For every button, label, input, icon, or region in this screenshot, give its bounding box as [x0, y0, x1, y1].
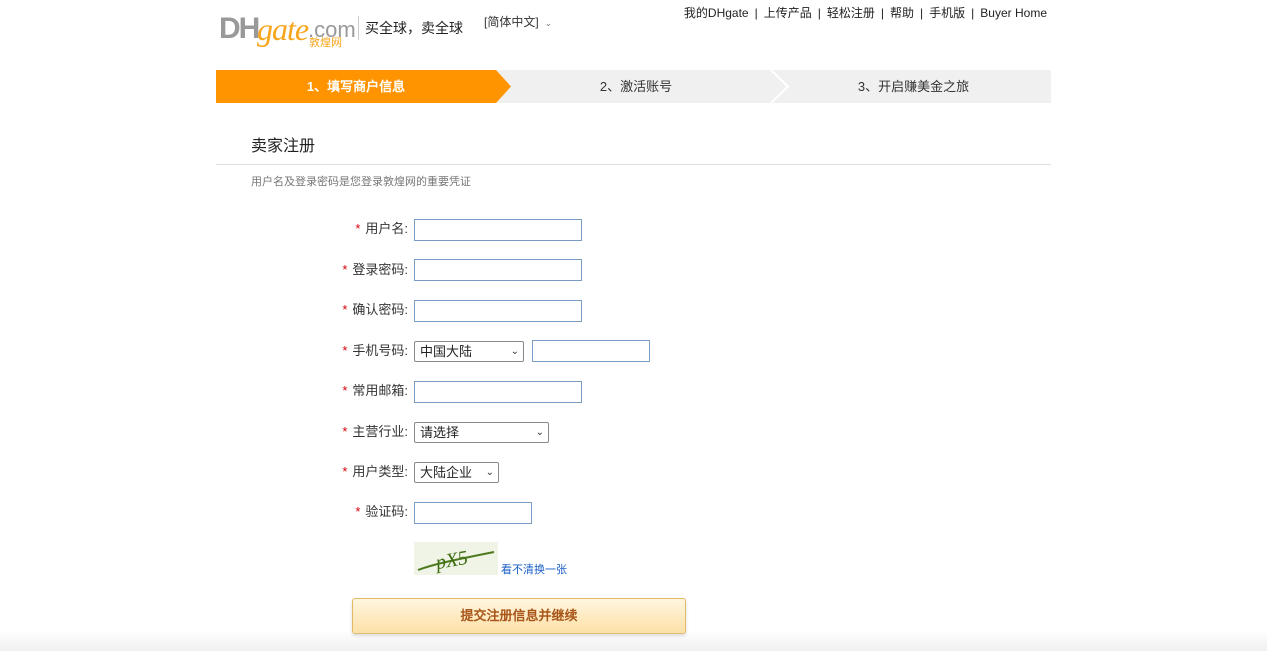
- industry-label: * 主营行业:: [288, 423, 408, 441]
- chevron-down-icon: ⌄: [510, 346, 519, 357]
- industry-select[interactable]: 请选择 ⌄: [414, 422, 549, 443]
- email-label: * 常用邮箱:: [288, 382, 408, 400]
- confirm-password-label: * 确认密码:: [288, 301, 408, 319]
- password-input[interactable]: [414, 259, 582, 281]
- logo-cn-text: 敦煌网: [309, 37, 342, 49]
- nav-link-easy-register[interactable]: 轻松注册: [827, 6, 875, 20]
- email-input[interactable]: [414, 381, 582, 403]
- nav-separator: |: [920, 6, 924, 20]
- password-label-text: 登录密码:: [352, 262, 408, 277]
- registration-steps: 1、填写商户信息 2、激活账号 3、开启赚美金之旅: [216, 70, 1051, 103]
- username-label-text: 用户名:: [365, 221, 408, 236]
- industry-value: 请选择: [420, 425, 460, 440]
- chevron-down-icon: ⌄: [535, 427, 544, 438]
- user-type-label-text: 用户类型:: [352, 464, 408, 479]
- password-label: * 登录密码:: [288, 261, 408, 279]
- user-type-select[interactable]: 大陆企业 ⌄: [414, 462, 499, 483]
- nav-separator: |: [880, 6, 885, 20]
- chevron-down-icon: ⌄: [544, 18, 553, 28]
- captcha-label: * 验证码:: [288, 503, 408, 521]
- required-mark: *: [342, 343, 348, 358]
- user-type-value: 大陆企业: [420, 465, 473, 480]
- logo-gate-text: gate: [257, 11, 309, 47]
- header-divider: [358, 16, 359, 40]
- phone-label-text: 手机号码:: [352, 343, 408, 358]
- email-label-text: 常用邮箱:: [352, 383, 408, 398]
- required-mark: *: [342, 424, 348, 439]
- nav-link-upload-product[interactable]: 上传产品: [764, 6, 812, 20]
- nav-link-buyer-home[interactable]: Buyer Home: [980, 6, 1047, 20]
- form-subtitle: 用户名及登录密码是您登录敦煌网的重要凭证: [251, 176, 471, 188]
- phone-number-input[interactable]: [532, 340, 650, 362]
- title-divider: [216, 164, 1051, 165]
- nav-link-help[interactable]: 帮助: [890, 6, 914, 20]
- phone-region-value: 中国大陆: [420, 344, 473, 359]
- step-3-start: 3、开启赚美金之旅: [857, 79, 970, 94]
- nav-separator: |: [971, 6, 975, 20]
- phone-label: * 手机号码:: [288, 342, 408, 360]
- required-mark: *: [342, 262, 348, 277]
- step-2-activate: 2、激活账号: [599, 79, 673, 94]
- captcha-input[interactable]: [414, 502, 532, 524]
- slogan: 买全球，卖全球: [365, 20, 463, 36]
- confirm-password-label-text: 确认密码:: [352, 302, 408, 317]
- nav-separator: |: [754, 6, 758, 20]
- top-nav-links: 我的DHgate | 上传产品 | 轻松注册 | 帮助 | 手机版 | Buye…: [684, 6, 1047, 20]
- dhgate-logo[interactable]: DH gate .com 敦煌网: [219, 11, 356, 50]
- nav-separator: |: [817, 6, 821, 20]
- language-switcher[interactable]: [简体中文] ⌄: [484, 14, 552, 31]
- required-mark: *: [355, 221, 361, 236]
- username-input[interactable]: [414, 219, 582, 241]
- required-mark: *: [342, 302, 348, 317]
- page-title: 卖家注册: [251, 138, 316, 155]
- captcha-label-text: 验证码:: [365, 504, 408, 519]
- nav-link-mobile[interactable]: 手机版: [929, 6, 965, 20]
- required-mark: *: [342, 383, 348, 398]
- chevron-down-icon: ⌄: [485, 467, 494, 478]
- nav-link-my-dhgate[interactable]: 我的DHgate: [684, 6, 749, 20]
- language-label: [简体中文]: [484, 15, 539, 29]
- required-mark: *: [342, 464, 348, 479]
- user-type-label: * 用户类型:: [288, 463, 408, 481]
- confirm-password-input[interactable]: [414, 300, 582, 322]
- step-1-fill-info: 1、填写商户信息: [306, 79, 406, 94]
- logo-dh-text: DH: [219, 12, 260, 45]
- captcha-image[interactable]: pX5: [414, 542, 498, 575]
- captcha-refresh-link[interactable]: 看不清换一张: [501, 563, 567, 577]
- captcha-graphic: pX5: [417, 547, 495, 575]
- required-mark: *: [355, 504, 361, 519]
- phone-region-select[interactable]: 中国大陆 ⌄: [414, 341, 524, 362]
- captcha-text: pX5: [432, 547, 470, 575]
- industry-label-text: 主营行业:: [352, 424, 408, 439]
- username-label: * 用户名:: [288, 220, 408, 238]
- submit-registration-button[interactable]: 提交注册信息并继续: [352, 598, 686, 634]
